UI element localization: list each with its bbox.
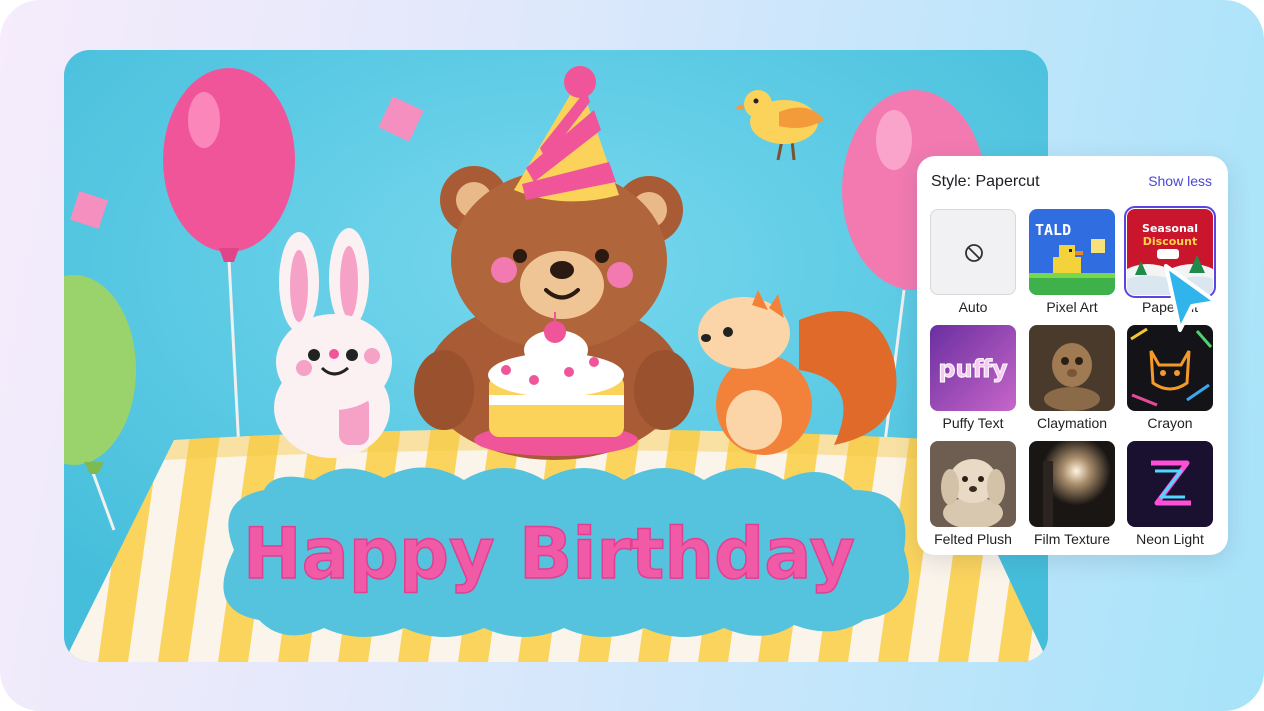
style-label-neon-light: Neon Light xyxy=(1136,531,1204,547)
style-option-claymation[interactable] xyxy=(1029,325,1115,411)
style-option-crayon[interactable] xyxy=(1127,325,1213,411)
svg-text:Discount: Discount xyxy=(1143,235,1197,248)
style-label-puffy-text: Puffy Text xyxy=(942,415,1004,431)
style-label-pixel-art: Pixel Art xyxy=(1046,299,1098,315)
no-style-icon xyxy=(965,244,983,262)
style-option-film-texture[interactable] xyxy=(1029,441,1115,527)
puffy-text-thumbnail: puffy xyxy=(930,325,1016,411)
show-less-button[interactable]: Show less xyxy=(1148,173,1212,189)
style-picker-panel: Style: Papercut Show less Auto TALD Pixe… xyxy=(917,156,1228,555)
svg-text:Seasonal: Seasonal xyxy=(1142,222,1198,235)
style-panel-title: Style: Papercut xyxy=(931,173,1040,191)
film-texture-thumbnail xyxy=(1029,441,1115,527)
style-option-neon-light[interactable] xyxy=(1127,441,1213,527)
generated-image-preview: Happy Birthday xyxy=(64,50,1048,662)
pixel-art-thumbnail: TALD xyxy=(1029,209,1115,295)
crayon-thumbnail xyxy=(1127,325,1213,411)
style-option-pixel-art[interactable]: TALD xyxy=(1029,209,1115,295)
style-option-felted-plush[interactable] xyxy=(930,441,1016,527)
felted-plush-thumbnail xyxy=(930,441,1016,527)
style-label-claymation: Claymation xyxy=(1036,415,1108,431)
style-label-film-texture: Film Texture xyxy=(1034,531,1110,547)
current-style-name: Papercut xyxy=(975,173,1040,190)
happy-birthday-banner: Happy Birthday xyxy=(223,467,910,637)
style-option-puffy-text[interactable]: puffy xyxy=(930,325,1016,411)
neon-light-thumbnail xyxy=(1127,441,1213,527)
mouse-pointer-icon xyxy=(1164,264,1218,332)
claymation-thumbnail xyxy=(1029,325,1115,411)
app-background: Happy Birthday Style: Papercut Show less… xyxy=(0,0,1264,711)
banner-text: Happy Birthday xyxy=(243,513,855,595)
style-label-auto: Auto xyxy=(958,299,988,315)
svg-text:TALD: TALD xyxy=(1035,221,1071,239)
style-option-auto[interactable] xyxy=(930,209,1016,295)
svg-text:puffy: puffy xyxy=(938,355,1008,383)
style-label-crayon: Crayon xyxy=(1147,415,1193,431)
style-title-prefix: Style: xyxy=(931,173,972,190)
style-label-felted-plush: Felted Plush xyxy=(934,531,1012,547)
